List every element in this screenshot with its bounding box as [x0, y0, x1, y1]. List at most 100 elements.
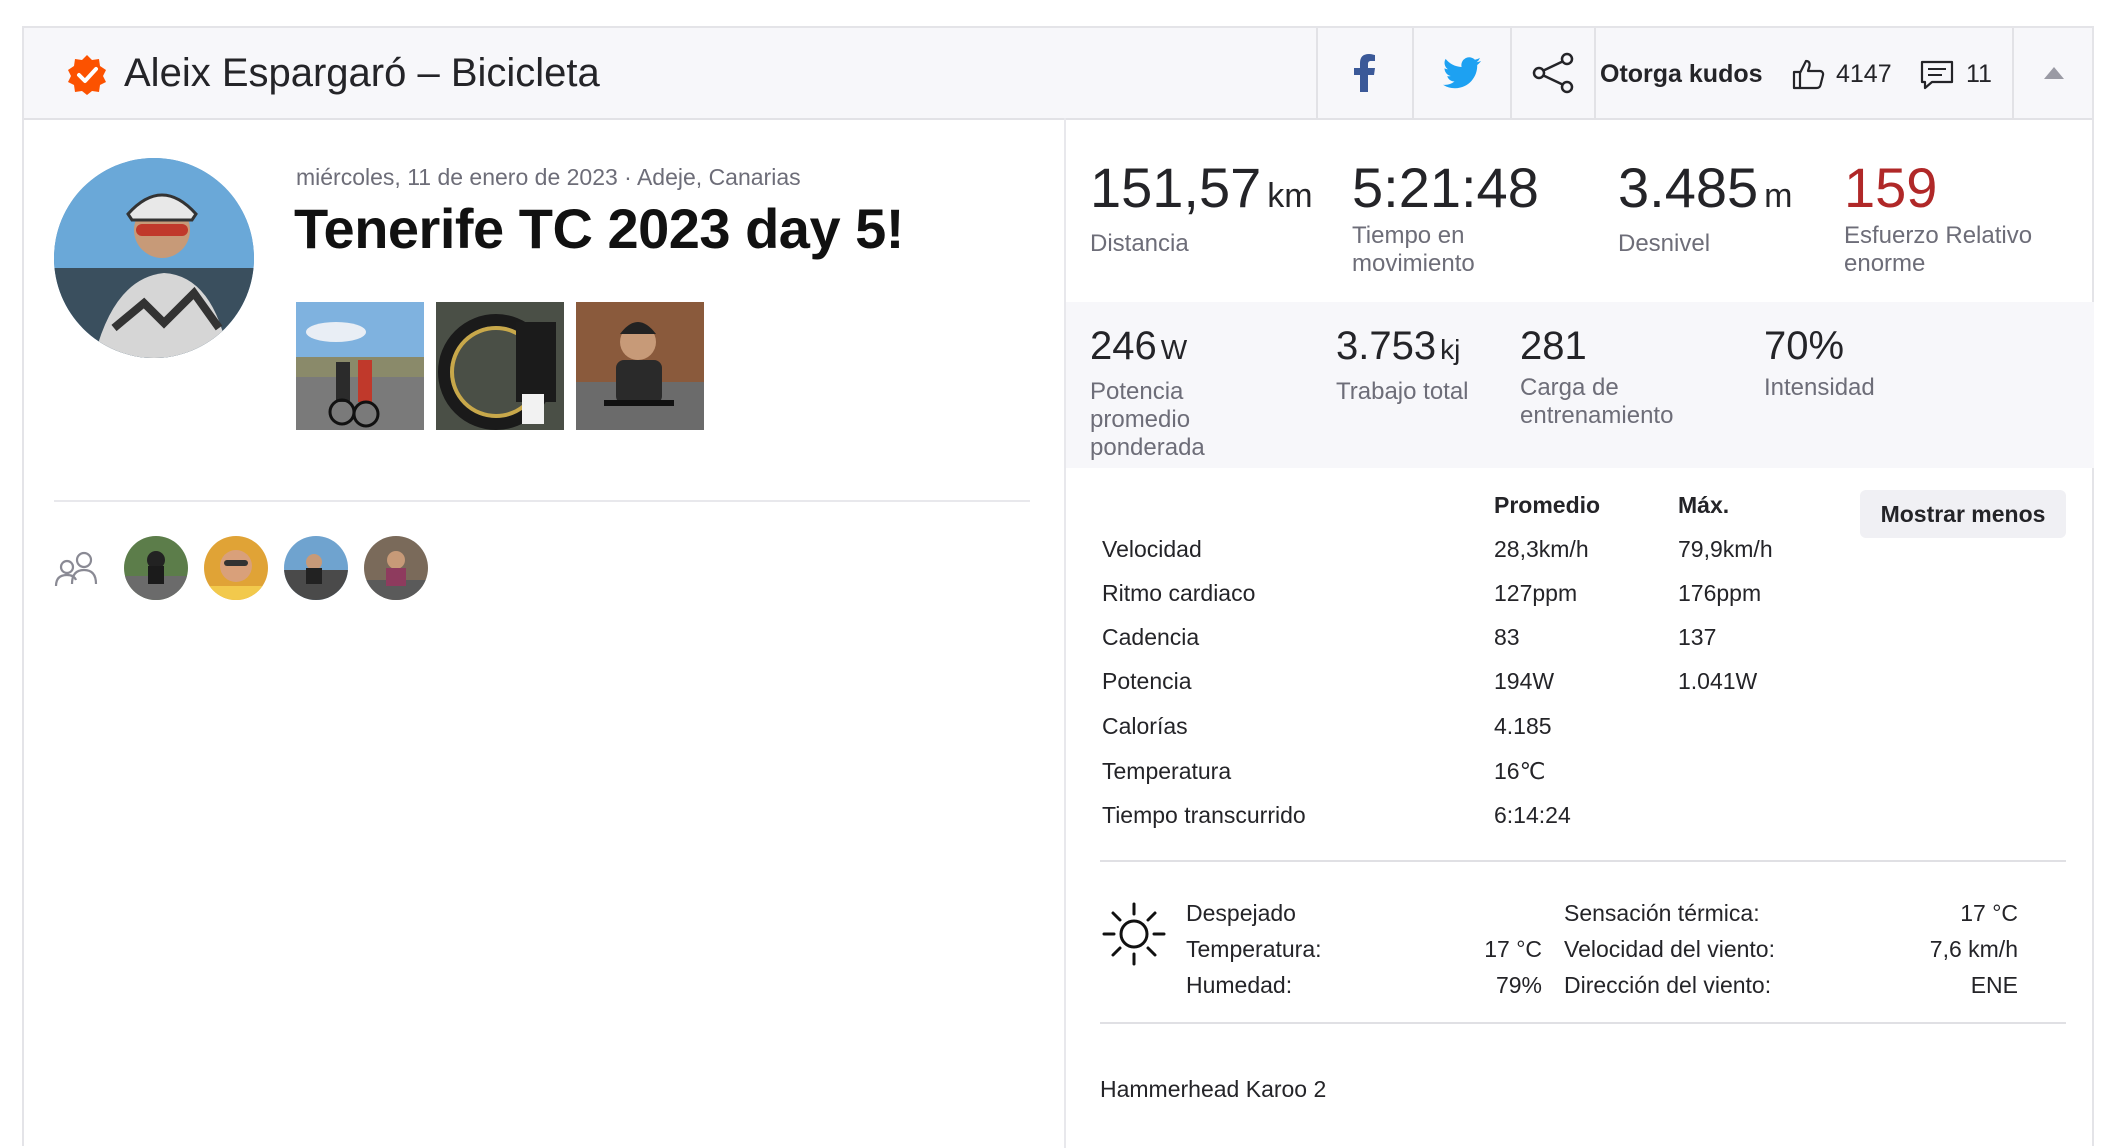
- group-athlete-avatar[interactable]: [284, 536, 348, 600]
- stat-value: 281: [1520, 324, 1587, 368]
- group-athlete-avatar[interactable]: [204, 536, 268, 600]
- activity-date-location: miércoles, 11 de enero de 2023 · Adeje, …: [296, 164, 801, 190]
- facebook-icon: [1354, 54, 1375, 92]
- give-kudos-button[interactable]: Otorga kudos: [1600, 60, 1763, 89]
- stat-label: Trabajo total: [1336, 378, 1469, 405]
- thumbs-up-icon[interactable]: [1792, 58, 1826, 90]
- stat-label-line: Carga de: [1520, 374, 1619, 401]
- stat-value: 246: [1090, 324, 1157, 368]
- stat-label-line: entrenamiento: [1520, 402, 1674, 429]
- stat-label-line: Tiempo en: [1352, 222, 1465, 249]
- stat-label-line: Potencia: [1090, 378, 1184, 405]
- table-row-max: 176ppm: [1678, 580, 1762, 606]
- comment-icon[interactable]: [1920, 60, 1954, 90]
- table-row-avg: 6:14:24: [1494, 802, 1571, 828]
- comment-count[interactable]: 11: [1966, 60, 1992, 89]
- stat-elevation: 3.485 m Desnivel: [1618, 158, 1792, 258]
- table-row-max: 1.041W: [1678, 668, 1758, 694]
- weather-feels-label: Sensación térmica:: [1564, 900, 1760, 926]
- recording-device: Hammerhead Karoo 2: [1100, 1076, 1327, 1102]
- stat-unit: kj: [1440, 334, 1461, 365]
- share-icon: [1532, 52, 1574, 94]
- stat-label: Distancia: [1090, 230, 1189, 257]
- table-row-label: Cadencia: [1102, 624, 1200, 650]
- weather-wind-dir-value: ENE: [1970, 972, 2018, 998]
- weather-wind-speed-value: 7,6 km/h: [1929, 936, 2018, 962]
- activity-header: Aleix Espargaró – Bicicleta Otorga kudos: [24, 28, 2092, 120]
- activity-photo[interactable]: [436, 302, 564, 430]
- stat-value: 5:21:48: [1352, 156, 1539, 219]
- activity-card: Aleix Espargaró – Bicicleta Otorga kudos: [22, 26, 2094, 1148]
- collapse-button[interactable]: [2012, 28, 2094, 118]
- table-row-avg: 28,3km/h: [1494, 536, 1589, 562]
- stat-label: Intensidad: [1764, 374, 1875, 401]
- weather-humidity-value: 79%: [1495, 972, 1542, 998]
- stat-total-work: 3.753 kj Trabajo total: [1336, 324, 1469, 406]
- table-row-avg: 127ppm: [1494, 580, 1578, 606]
- athlete-activity-title[interactable]: Aleix Espargaró – Bicicleta: [124, 48, 600, 98]
- stat-unit: W: [1160, 334, 1188, 365]
- weather-condition: Despejado: [1186, 900, 1296, 926]
- stat-value: 3.753: [1336, 324, 1437, 368]
- table-row-label: Tiempo transcurrido: [1102, 802, 1306, 828]
- table-row-label: Ritmo cardiaco: [1102, 580, 1256, 606]
- stat-label-line: movimiento: [1352, 250, 1475, 277]
- activity-photo[interactable]: [296, 302, 424, 430]
- table-row-label: Velocidad: [1102, 536, 1202, 562]
- weather-humidity-label: Humedad:: [1186, 972, 1293, 998]
- stat-unit: km: [1267, 177, 1313, 215]
- stat-moving-time: 5:21:48 Tiempo en movimiento: [1352, 158, 1539, 278]
- group-activity-icon: [54, 551, 98, 587]
- column-header-max: Máx.: [1678, 492, 1730, 518]
- stat-value: 3.485: [1618, 156, 1759, 219]
- stat-label-line: enorme: [1844, 250, 1926, 277]
- show-less-button[interactable]: Mostrar menos: [1860, 490, 2066, 538]
- table-row-label: Calorías: [1102, 713, 1188, 739]
- stat-relative-effort[interactable]: 159 Esfuerzo Relativo enorme: [1844, 158, 2032, 278]
- athlete-avatar[interactable]: [54, 158, 254, 358]
- stat-label-line: promedio: [1090, 406, 1191, 433]
- weather-feels-value: 17 °C: [1960, 900, 2018, 926]
- stat-weighted-power: 246 W Potencia promedio ponderada: [1090, 324, 1205, 462]
- twitter-icon: [1443, 57, 1481, 89]
- activity-photo[interactable]: [576, 302, 704, 430]
- stat-value: 159: [1844, 156, 1938, 219]
- group-athlete-avatar[interactable]: [124, 536, 188, 600]
- weather-temp-value: 17 °C: [1484, 936, 1542, 962]
- section-divider: [1100, 860, 2066, 862]
- stat-training-load: 281 Carga de entrenamiento: [1520, 324, 1673, 430]
- stat-value: 70%: [1764, 324, 1845, 368]
- activity-name: Tenerife TC 2023 day 5!: [294, 197, 904, 260]
- column-header-average: Promedio: [1494, 492, 1601, 518]
- weather-wind-dir-label: Dirección del viento:: [1564, 972, 1772, 998]
- table-row-max: 137: [1678, 624, 1717, 650]
- kudos-count[interactable]: 4147: [1836, 60, 1892, 89]
- table-row-avg: 83: [1494, 624, 1520, 650]
- facebook-share-button[interactable]: [1316, 28, 1412, 118]
- stat-label-line: ponderada: [1090, 434, 1205, 461]
- verified-badge-icon: [68, 55, 106, 95]
- share-button[interactable]: [1510, 28, 1594, 118]
- table-row-label: Temperatura: [1102, 758, 1232, 784]
- header-separator: [1594, 28, 1596, 118]
- weather-wind-speed-label: Velocidad del viento:: [1564, 936, 1775, 962]
- stat-label: Desnivel: [1618, 230, 1711, 257]
- section-divider: [1100, 1022, 2066, 1024]
- section-divider: [54, 500, 1030, 502]
- stat-distance: 151,57 km Distancia: [1090, 158, 1313, 258]
- group-athlete-avatar[interactable]: [364, 536, 428, 600]
- sun-icon: [1102, 902, 1166, 966]
- table-row-avg: 16℃: [1494, 758, 1546, 784]
- stat-label-line: Esfuerzo Relativo: [1844, 222, 2033, 249]
- stat-value: 151,57: [1090, 156, 1262, 219]
- stat-intensity: 70% Intensidad: [1764, 324, 1875, 402]
- table-row-avg: 4.185: [1494, 713, 1552, 739]
- table-row-max: 79,9km/h: [1678, 536, 1773, 562]
- stat-unit: m: [1764, 177, 1793, 215]
- twitter-share-button[interactable]: [1412, 28, 1510, 118]
- collapse-arrow-icon: [2044, 67, 2064, 79]
- weather-temp-label: Temperatura:: [1186, 936, 1322, 962]
- column-divider: [1064, 118, 1066, 1148]
- table-row-avg: 194W: [1494, 668, 1555, 694]
- table-row-label: Potencia: [1102, 668, 1192, 694]
